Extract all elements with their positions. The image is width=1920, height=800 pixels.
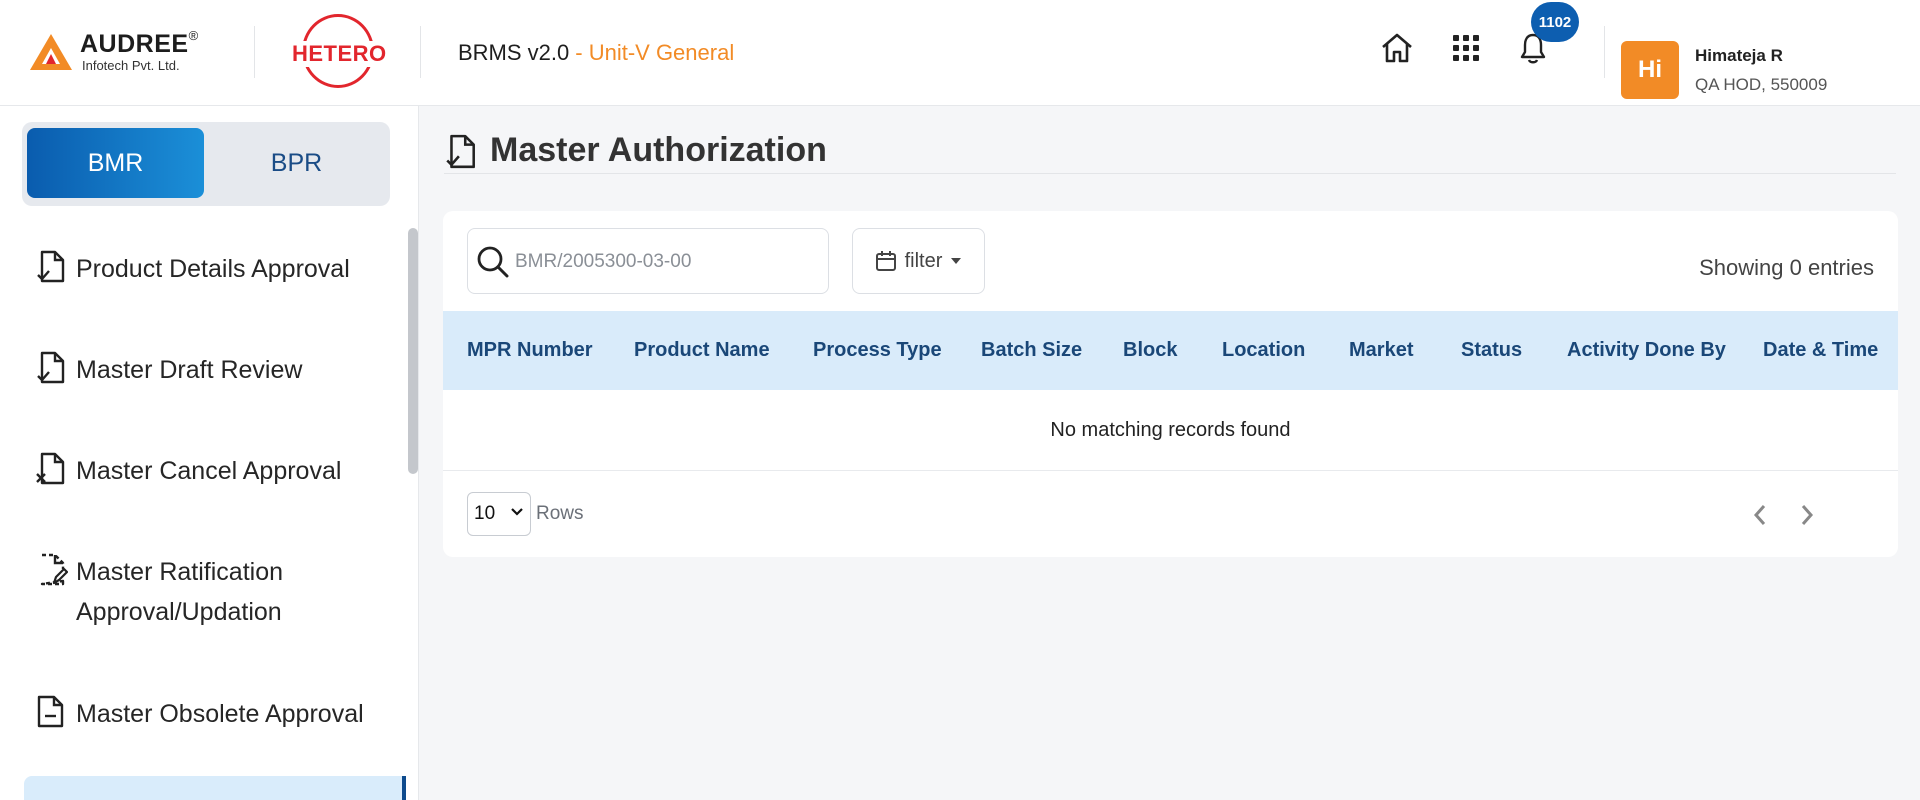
- sidebar-item-label: Master Ratification Approval/Updation: [76, 558, 284, 626]
- file-check-icon: [445, 134, 477, 175]
- sidebar-item-label: Master Cancel Approval: [76, 457, 342, 485]
- column-header-status[interactable]: Status: [1461, 311, 1522, 390]
- column-header-mpr-number[interactable]: MPR Number: [467, 311, 593, 390]
- file-edit-icon: [36, 552, 76, 588]
- rows-per-page-value: 10: [474, 503, 496, 524]
- hetero-logo: HETERO: [289, 14, 388, 90]
- records-card: filter Showing 0 entries MPR Number Prod…: [443, 211, 1898, 557]
- rows-label: Rows: [536, 503, 584, 524]
- apps-grid-icon[interactable]: [1448, 30, 1484, 66]
- sidebar: BMR BPR Product Details Approval Master …: [0, 106, 419, 800]
- filter-label: filter: [904, 249, 943, 272]
- audree-logo: AUDREE® Infotech Pvt. Ltd.: [30, 26, 210, 76]
- sidebar-scrollbar[interactable]: [408, 228, 418, 474]
- bmr-bpr-toggle: BMR BPR: [22, 122, 390, 206]
- top-header: AUDREE® Infotech Pvt. Ltd. HETERO BRMS v…: [0, 0, 1920, 106]
- file-minus-icon: [36, 694, 76, 730]
- sidebar-item-master-draft-review[interactable]: Master Draft Review: [36, 350, 386, 390]
- file-cancel-icon: [36, 451, 76, 487]
- header-divider: [1604, 26, 1605, 78]
- search-input[interactable]: [515, 247, 815, 277]
- rows-per-page-select[interactable]: 10: [467, 492, 531, 536]
- active-indicator: [402, 776, 406, 800]
- header-divider: [420, 26, 421, 78]
- audree-subtitle: Infotech Pvt. Ltd.: [82, 58, 180, 73]
- user-name[interactable]: Himateja R: [1695, 46, 1783, 66]
- sidebar-item-label: Master Draft Review: [76, 356, 303, 384]
- next-page-button[interactable]: [1793, 501, 1821, 529]
- sidebar-item-active[interactable]: [24, 776, 406, 800]
- column-header-location[interactable]: Location: [1222, 311, 1305, 390]
- avatar[interactable]: Hi: [1621, 41, 1679, 99]
- table-header: MPR Number Product Name Process Type Bat…: [443, 311, 1898, 390]
- sidebar-item-label: Master Obsolete Approval: [76, 700, 364, 728]
- sidebar-item-master-ratification[interactable]: Master Ratification Approval/Updation: [36, 552, 386, 632]
- caret-down-icon: [951, 258, 962, 264]
- chevron-right-icon: [1801, 505, 1814, 525]
- audree-triangle-icon: [30, 34, 72, 70]
- home-icon[interactable]: [1379, 30, 1415, 66]
- search-box[interactable]: [467, 228, 829, 294]
- calendar-icon: [875, 251, 896, 271]
- column-header-process-type[interactable]: Process Type: [813, 311, 942, 390]
- column-header-product-name[interactable]: Product Name: [634, 311, 770, 390]
- user-role: QA HOD, 550009: [1695, 75, 1828, 94]
- sidebar-item-product-details-approval[interactable]: Product Details Approval: [36, 249, 386, 289]
- bpr-tab[interactable]: BPR: [208, 128, 385, 198]
- header-divider: [254, 26, 255, 78]
- sidebar-item-label: Product Details Approval: [76, 255, 350, 283]
- search-icon: [477, 246, 509, 278]
- column-header-activity-done-by[interactable]: Activity Done By: [1567, 311, 1726, 390]
- file-check-icon: [36, 350, 76, 386]
- entries-count: Showing 0 entries: [1699, 255, 1874, 280]
- title-divider: [444, 173, 1896, 174]
- sidebar-item-master-cancel-approval[interactable]: Master Cancel Approval: [36, 451, 386, 491]
- chevron-left-icon: [1753, 505, 1766, 525]
- unit-label: - Unit-V General: [575, 40, 735, 65]
- notification-badge[interactable]: 1102: [1531, 2, 1579, 42]
- audree-brand: AUDREE®: [80, 28, 199, 58]
- bmr-tab[interactable]: BMR: [27, 128, 204, 198]
- column-header-market[interactable]: Market: [1349, 311, 1413, 390]
- hetero-wordmark: HETERO: [291, 41, 388, 67]
- chevron-down-icon: [511, 508, 523, 516]
- empty-table-message: No matching records found: [443, 390, 1898, 471]
- previous-page-button[interactable]: [1746, 501, 1774, 529]
- column-header-block[interactable]: Block: [1123, 311, 1177, 390]
- app-title: BRMS v2.0- Unit-V General: [458, 40, 734, 66]
- file-check-icon: [36, 249, 76, 285]
- page-title: Master Authorization: [490, 131, 827, 169]
- column-header-batch-size[interactable]: Batch Size: [981, 311, 1082, 390]
- app-name: BRMS v2.0: [458, 40, 570, 65]
- sidebar-item-master-obsolete-approval[interactable]: Master Obsolete Approval: [36, 694, 386, 734]
- filter-button[interactable]: filter: [852, 228, 985, 294]
- column-header-date-time[interactable]: Date & Time: [1763, 311, 1878, 390]
